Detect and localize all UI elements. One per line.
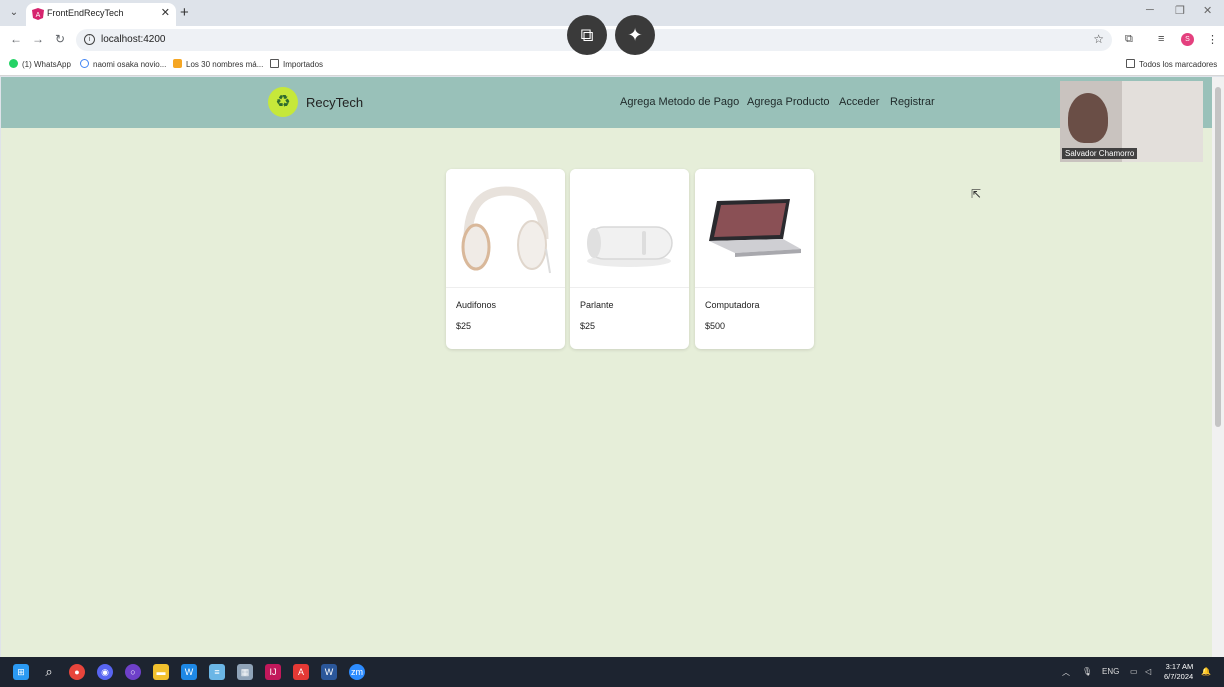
product-name: Audifonos [456, 300, 497, 310]
bookmark-star-icon[interactable]: ☆ [1093, 32, 1104, 46]
whatsapp-icon [9, 59, 18, 68]
discord-icon[interactable]: ◉ [97, 664, 113, 680]
back-icon[interactable]: ← [10, 32, 22, 46]
menu-icon[interactable]: ⋮ [1207, 33, 1218, 46]
language-indicator[interactable]: ENG [1102, 667, 1119, 676]
product-name: Computadora [705, 300, 760, 310]
bookmark-folder-importados[interactable]: Importados [270, 59, 323, 69]
word-icon[interactable]: W [321, 664, 337, 680]
url-text: localhost:4200 [101, 34, 166, 45]
volume-icon[interactable]: ◁ [1145, 667, 1151, 676]
participant-name: Salvador Chamorro [1062, 148, 1138, 159]
site-info-icon[interactable]: i [84, 34, 95, 45]
product-image [570, 169, 689, 288]
network-icon[interactable]: ▭ [1130, 667, 1138, 676]
webstorm-icon[interactable]: W [181, 664, 197, 680]
product-price: $25 [456, 321, 472, 331]
browser-tab[interactable]: A FrontEndRecyTech ✕ [26, 3, 176, 26]
chrome-icon[interactable]: ● [69, 664, 85, 680]
bookmark-google[interactable]: naomi osaka novio... [80, 59, 166, 69]
taskbar: ⊞ ⌕ ● ◉ ○ ▬ W ≡ ▦ IJ A W zm ︿ 🎙 ENG ▭ ◁ … [0, 657, 1224, 687]
notepad-icon[interactable]: ≡ [209, 664, 225, 680]
video-call-overlay[interactable]: Salvador Chamorro [1060, 81, 1203, 162]
popout-button[interactable]: ⧉ [567, 15, 607, 55]
maximize-icon[interactable]: ❐ [1175, 4, 1185, 17]
headphones-icon [461, 186, 551, 274]
folder-icon [270, 59, 279, 68]
laptop-icon [709, 199, 801, 257]
nav-acceder[interactable]: Acceder [839, 96, 879, 108]
window-close-icon[interactable]: ✕ [1203, 4, 1212, 17]
product-price: $25 [580, 321, 596, 331]
product-image [446, 169, 565, 288]
angular-favicon-icon: A [32, 8, 44, 20]
page-viewport: ♻ RecyTech Agrega Metodo de Pago Agrega … [1, 77, 1212, 657]
browser-toolbar: ← → ↻ i localhost:4200 ☆ ⧉ ≡ S ⋮ [0, 26, 1224, 54]
tab-search-chevron-icon[interactable]: ⌄ [6, 5, 22, 21]
profile-avatar[interactable]: S [1181, 33, 1194, 46]
acrobat-icon[interactable]: A [293, 664, 309, 680]
github-icon[interactable]: ○ [125, 664, 141, 680]
nav-agrega-metodo-pago[interactable]: Agrega Metodo de Pago [620, 96, 739, 108]
new-tab-icon[interactable]: + [180, 4, 189, 21]
extensions-icon[interactable]: ⧉ [1125, 33, 1133, 46]
recycle-logo-icon[interactable]: ♻ [268, 87, 298, 117]
tray-chevron-icon[interactable]: ︿ [1062, 667, 1070, 678]
product-card[interactable]: Parlante $25 [570, 169, 689, 349]
app-header: ♻ RecyTech Agrega Metodo de Pago Agrega … [1, 77, 1212, 128]
participant-video [1068, 93, 1108, 143]
tab-title: FrontEndRecyTech [47, 8, 124, 18]
nav-agrega-producto[interactable]: Agrega Producto [747, 96, 830, 108]
file-explorer-icon[interactable]: ▬ [153, 664, 169, 680]
bookmarks-bar: (1) WhatsApp naomi osaka novio... Los 30… [0, 54, 1224, 76]
minimize-icon[interactable]: ─ [1146, 4, 1154, 16]
speaker-icon [587, 226, 673, 267]
reload-icon[interactable]: ↻ [55, 32, 65, 46]
microphone-icon[interactable]: 🎙 [1082, 667, 1092, 676]
forward-icon[interactable]: → [32, 32, 44, 46]
sparkle-button[interactable]: ✦ [615, 15, 655, 55]
scroll-thumb[interactable] [1215, 87, 1221, 427]
search-icon[interactable]: ⌕ [41, 664, 57, 680]
bookmark-ok[interactable]: Los 30 nombres má... [173, 59, 263, 69]
bookmark-folder-all[interactable]: Todos los marcadores [1126, 59, 1217, 69]
nav-registrar[interactable]: Registrar [890, 96, 935, 108]
ok-site-icon [173, 59, 182, 68]
intellij-icon[interactable]: IJ [265, 664, 281, 680]
tab-strip: ⌄ A FrontEndRecyTech ✕ + ─ ❐ ✕ [0, 0, 1224, 26]
zoom-icon[interactable]: zm [349, 664, 365, 680]
media-control-icon[interactable]: ≡ [1158, 33, 1164, 45]
windows-start-icon[interactable]: ⊞ [13, 664, 29, 680]
google-icon [80, 59, 89, 68]
product-card[interactable]: Computadora $500 [695, 169, 814, 349]
product-name: Parlante [580, 300, 614, 310]
clock[interactable]: 3:17 AM 6/7/2024 [1164, 662, 1193, 682]
product-card[interactable]: Audifonos $25 [446, 169, 565, 349]
mouse-cursor-icon: ⇱ [971, 187, 982, 201]
calculator-icon[interactable]: ▦ [237, 664, 253, 680]
page-scrollbar[interactable] [1212, 77, 1224, 657]
bookmark-whatsapp[interactable]: (1) WhatsApp [9, 59, 71, 69]
tab-close-icon[interactable]: ✕ [161, 6, 170, 19]
brand-name[interactable]: RecyTech [306, 95, 363, 110]
product-price: $500 [705, 321, 726, 331]
product-image [695, 169, 814, 288]
svg-text:A: A [36, 12, 41, 19]
notification-bell-icon[interactable]: 🔔 [1201, 667, 1211, 676]
folder-icon [1126, 59, 1135, 68]
